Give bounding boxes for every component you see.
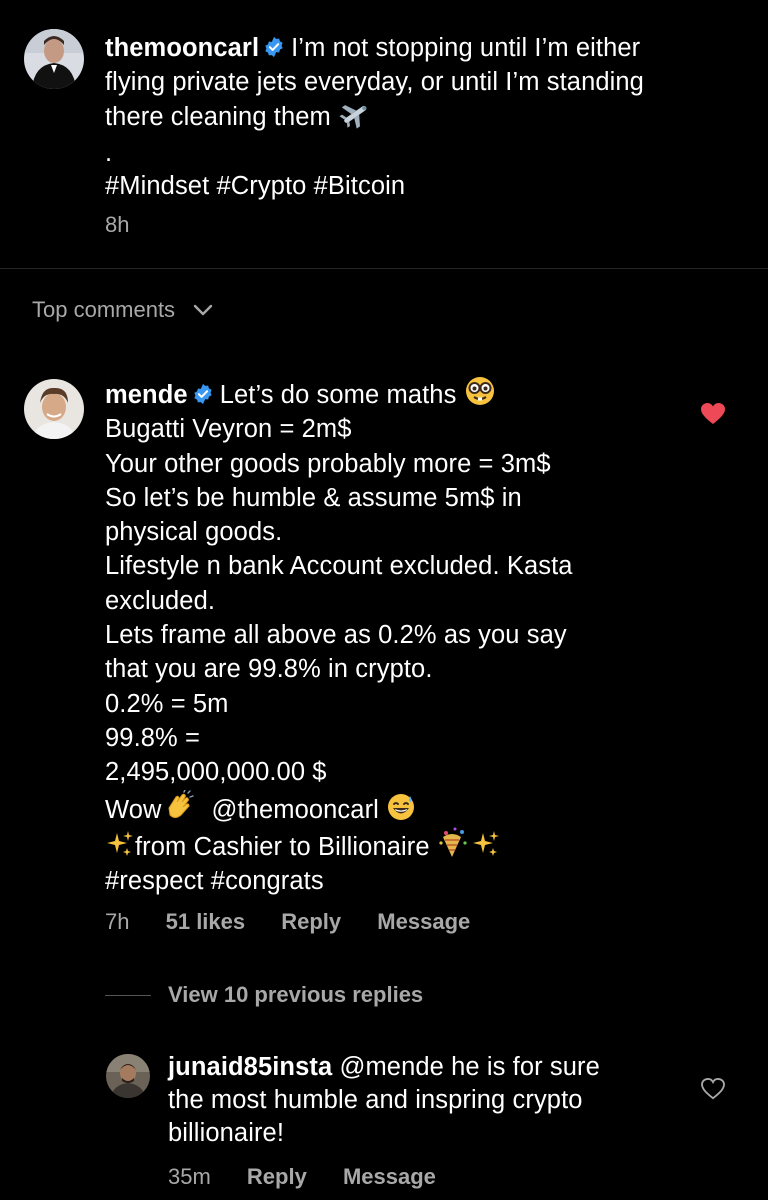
reply-line: billionaire! bbox=[168, 1119, 285, 1147]
top-comments-label: Top comments bbox=[32, 297, 176, 322]
caption-hashtags[interactable]: #Mindset #Crypto #Bitcoin bbox=[105, 169, 745, 203]
section-divider bbox=[0, 268, 768, 269]
reply-mention[interactable]: @mende bbox=[339, 1053, 443, 1081]
comment-line: Your other goods probably more = 3m$ bbox=[105, 449, 551, 478]
comment-mention[interactable]: @themooncarl bbox=[212, 796, 379, 824]
comment-line: 99.8% = bbox=[105, 723, 200, 752]
reply-body: junaid85insta @mende he is for sure the … bbox=[168, 1051, 688, 1150]
heart-outline-icon[interactable] bbox=[701, 1078, 725, 1100]
comment-line: physical goods. bbox=[105, 518, 283, 547]
post-author-avatar[interactable] bbox=[24, 29, 84, 89]
nerd-face-emoji-icon bbox=[464, 375, 496, 407]
clapping-hands-emoji-icon bbox=[162, 789, 194, 822]
reply-button[interactable]: Reply bbox=[281, 909, 341, 934]
comment-billionaire: from Cashier to Billionaire bbox=[135, 832, 430, 861]
view-replies-line bbox=[105, 995, 151, 996]
comment-line: Lifestyle n bank Account excluded. Kasta bbox=[105, 552, 573, 581]
post-username[interactable]: themooncarl bbox=[105, 34, 259, 62]
reply-actions: 35m Reply Message bbox=[168, 1164, 466, 1190]
reply-username[interactable]: junaid85insta bbox=[168, 1053, 332, 1081]
comment-body: mende Let’s do some maths Bugatti Veyron … bbox=[105, 375, 695, 898]
reply-line: the most humble and inspring crypto bbox=[168, 1086, 583, 1114]
comment-line: So let’s be humble & assume 5m$ in bbox=[105, 483, 522, 512]
caption-line-1: I’m not stopping until I’m either bbox=[291, 34, 641, 62]
grinning-sweat-emoji-icon bbox=[386, 792, 416, 822]
comment-first-line: Let’s do some maths bbox=[219, 381, 457, 409]
caption-line-3: there cleaning them bbox=[105, 103, 331, 131]
comment-line: Bugatti Veyron = 2m$ bbox=[105, 415, 352, 444]
verified-badge-icon bbox=[192, 383, 214, 405]
comment-tags[interactable]: #respect #congrats bbox=[105, 864, 695, 898]
comment-likes[interactable]: 51 likes bbox=[166, 909, 246, 934]
reply-timestamp: 35m bbox=[168, 1164, 211, 1189]
comment-actions: 7h 51 likes Reply Message bbox=[105, 909, 500, 935]
chevron-down-icon bbox=[193, 296, 213, 322]
airplane-emoji-icon bbox=[338, 99, 372, 129]
comment-wow: Wow bbox=[105, 795, 162, 824]
post-caption: themooncarl I’m not stopping until I’m ei… bbox=[105, 31, 745, 203]
comment-timestamp: 7h bbox=[105, 909, 130, 934]
post-timestamp: 8h bbox=[105, 212, 130, 237]
heart-liked-icon[interactable] bbox=[700, 402, 726, 426]
top-comments-toggle[interactable]: Top comments bbox=[32, 296, 213, 323]
comment-line: excluded. bbox=[105, 586, 216, 615]
message-button[interactable]: Message bbox=[377, 909, 470, 934]
caption-dot: . bbox=[105, 139, 113, 167]
verified-badge-icon bbox=[263, 36, 285, 58]
sparkles-emoji-icon bbox=[471, 829, 501, 859]
commenter-avatar[interactable] bbox=[24, 379, 84, 439]
comment-line: Lets frame all above as 0.2% as you say bbox=[105, 621, 567, 650]
sparkles-emoji-icon bbox=[105, 829, 135, 859]
comment-line: 2,495,000,000.00 $ bbox=[105, 758, 327, 787]
reply-first-line: he is for sure bbox=[451, 1053, 600, 1081]
caption-line-2: flying private jets everyday, or until I… bbox=[105, 68, 644, 96]
confetti-emoji-icon bbox=[437, 827, 471, 859]
comment-username[interactable]: mende bbox=[105, 381, 188, 409]
comment-line: 0.2% = 5m bbox=[105, 689, 229, 718]
comment-line: that you are 99.8% in crypto. bbox=[105, 655, 433, 684]
message-button[interactable]: Message bbox=[343, 1164, 436, 1189]
reply-author-avatar[interactable] bbox=[106, 1054, 150, 1098]
view-previous-replies-button[interactable]: View 10 previous replies bbox=[168, 982, 423, 1008]
reply-button[interactable]: Reply bbox=[247, 1164, 307, 1189]
